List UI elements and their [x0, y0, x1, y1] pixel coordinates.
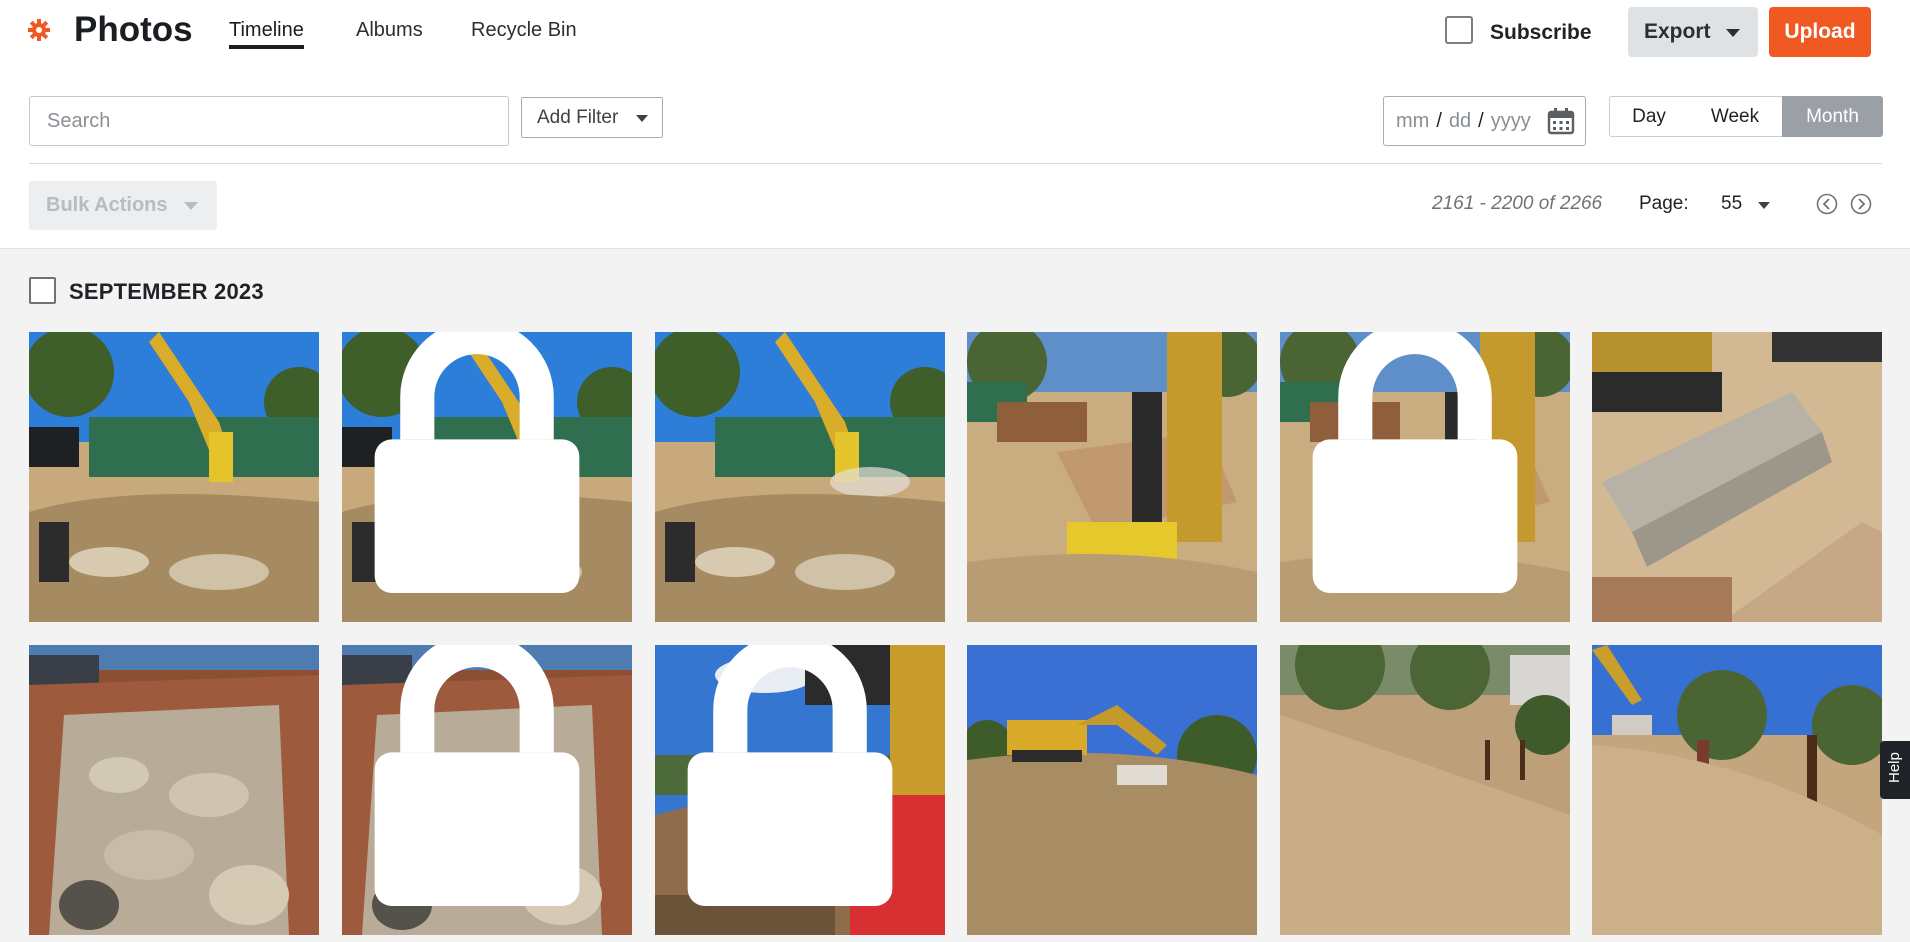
photo-image	[967, 645, 1257, 935]
date-yyyy: yyyy	[1490, 109, 1531, 132]
photo-thumbnail[interactable]	[655, 332, 945, 622]
caret-down-icon	[1726, 29, 1740, 37]
photo-thumbnail[interactable]	[967, 645, 1257, 935]
add-filter-label: Add Filter	[537, 106, 619, 128]
export-button[interactable]: Export	[1628, 7, 1758, 57]
bulk-actions-label: Bulk Actions	[46, 194, 168, 216]
search-input[interactable]	[29, 96, 509, 146]
prev-page-icon[interactable]	[1816, 193, 1838, 215]
lock-icon	[374, 645, 580, 906]
tab-albums[interactable]: Albums	[356, 19, 423, 42]
lock-icon	[1312, 332, 1518, 593]
date-input[interactable]: mm / dd / yyyy	[1383, 96, 1586, 146]
photo-image	[29, 332, 319, 622]
page-label: Page:	[1639, 193, 1689, 214]
month-select-checkbox[interactable]	[29, 277, 56, 304]
date-mm: mm	[1396, 109, 1430, 132]
page-select[interactable]: 55	[1721, 193, 1742, 215]
calendar-icon[interactable]	[1547, 107, 1575, 135]
caret-down-icon[interactable]	[1758, 202, 1770, 209]
help-tab[interactable]: Help	[1880, 741, 1910, 799]
view-week-button[interactable]: Week	[1688, 96, 1783, 137]
photo-thumbnail[interactable]	[1592, 332, 1882, 622]
date-separator: /	[1478, 109, 1484, 132]
app-title: Photos	[74, 10, 193, 49]
bulk-actions-button[interactable]: Bulk Actions	[29, 181, 217, 230]
caret-down-icon	[184, 202, 198, 210]
result-range: 2161 - 2200 of 2266	[1432, 193, 1603, 214]
export-label: Export	[1644, 20, 1711, 43]
photo-thumbnail[interactable]	[967, 332, 1257, 622]
subscribe-checkbox[interactable]	[1445, 16, 1473, 44]
lock-icon	[687, 645, 893, 906]
gear-logo-icon	[28, 19, 50, 41]
top-bar: Photos Timeline Albums Recycle Bin Subsc…	[0, 0, 1910, 68]
photo-thumbnail[interactable]	[1592, 645, 1882, 935]
photo-image	[29, 645, 319, 935]
help-label: Help	[1886, 752, 1903, 783]
photo-thumbnail[interactable]	[655, 645, 945, 935]
divider	[29, 163, 1882, 164]
view-day-button[interactable]: Day	[1609, 96, 1689, 137]
photo-image	[655, 332, 945, 622]
add-filter-dropdown[interactable]: Add Filter	[521, 97, 663, 138]
date-dd: dd	[1448, 109, 1472, 132]
lock-icon	[374, 332, 580, 593]
next-page-icon[interactable]	[1850, 193, 1872, 215]
month-heading: SEPTEMBER 2023	[69, 279, 264, 304]
photo-image	[1280, 645, 1570, 935]
photo-thumbnail[interactable]	[29, 332, 319, 622]
photo-thumbnail[interactable]	[1280, 332, 1570, 622]
upload-button[interactable]: Upload	[1769, 7, 1871, 57]
caret-down-icon	[636, 115, 648, 122]
tab-recycle-bin[interactable]: Recycle Bin	[471, 19, 577, 42]
photo-thumbnail[interactable]	[1280, 645, 1570, 935]
tab-timeline[interactable]: Timeline	[229, 19, 304, 49]
photo-image	[1592, 645, 1882, 935]
photo-image	[1592, 332, 1882, 622]
photo-thumbnail[interactable]	[29, 645, 319, 935]
view-month-button[interactable]: Month	[1782, 96, 1883, 137]
photo-thumbnail[interactable]	[342, 332, 632, 622]
photo-image	[967, 332, 1257, 622]
date-separator: /	[1436, 109, 1442, 132]
subscribe-label[interactable]: Subscribe	[1490, 21, 1592, 45]
photo-thumbnail[interactable]	[342, 645, 632, 935]
